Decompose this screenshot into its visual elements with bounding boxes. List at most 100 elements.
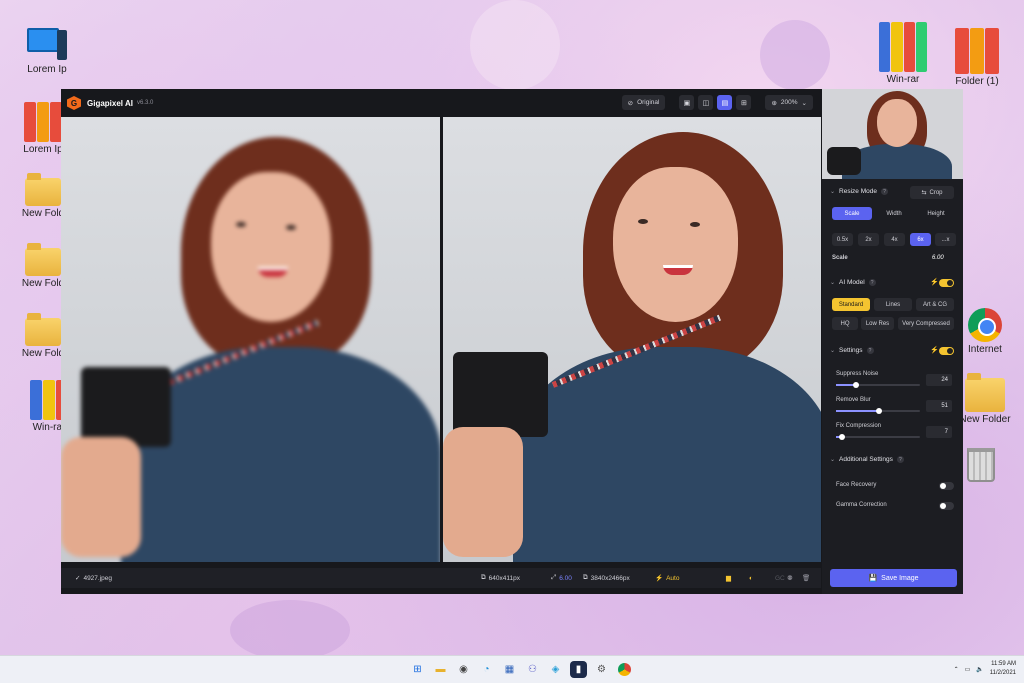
zoom-dropdown[interactable]: ⊕ 200% ⌄ <box>765 95 813 110</box>
scale-2x-button[interactable]: 2x <box>858 233 879 246</box>
gamma-correction-toggle[interactable] <box>939 502 954 510</box>
scale-0-5x-button[interactable]: 0.5x <box>832 233 853 246</box>
settings-header[interactable]: ⌄ Settings ? <box>830 347 874 354</box>
remove-blur-slider[interactable] <box>836 408 920 414</box>
output-size-value: 3840x2466px <box>590 574 630 582</box>
desktop-icon-folder-1[interactable]: Folder (1) <box>942 28 1012 87</box>
resize-mode-header[interactable]: ⌄ Resize Mode ? <box>830 188 888 195</box>
eye-slash-icon: ⊘ <box>627 99 634 107</box>
chevron-up-icon[interactable]: ⌃ <box>954 666 959 673</box>
crop-label: Crop <box>929 189 943 196</box>
delete-button[interactable]: 🗑 <box>802 574 810 582</box>
help-icon[interactable]: ? <box>880 188 888 195</box>
edge-icon[interactable]: ◔ <box>478 661 495 678</box>
volume-icon[interactable]: 🔈 <box>976 666 983 673</box>
desktop-icon-winrar[interactable]: Win-rar <box>868 22 938 85</box>
crop-icon: ⇆ <box>921 190 927 196</box>
folder-icon <box>25 313 61 346</box>
teams-icon[interactable]: ⚇ <box>524 661 541 678</box>
bolt-icon: ⚡ <box>930 279 939 286</box>
help-icon[interactable]: ? <box>868 279 876 286</box>
settings-panel: ⌄ Resize Mode ? ⇆ Crop Scale Width Heigh… <box>822 89 963 594</box>
file-explorer-icon[interactable]: ▬ <box>432 661 449 678</box>
scale-4x-button[interactable]: 4x <box>884 233 905 246</box>
ai-model-toggle[interactable] <box>939 279 954 287</box>
mode-scale-button[interactable]: Scale <box>832 207 872 220</box>
auto-model-indicator[interactable]: ⚡ Auto <box>655 574 680 583</box>
clock[interactable]: 11:59 AM 11/2/2021 <box>990 660 1016 678</box>
remove-blur-value[interactable]: 51 <box>926 400 952 412</box>
chrome-taskbar-icon[interactable] <box>616 661 633 678</box>
network-icon[interactable]: ▭ <box>965 666 971 673</box>
maps-icon[interactable]: ◈ <box>547 661 564 678</box>
desktop-icon-label: Folder (1) <box>955 76 999 87</box>
help-icon[interactable]: ? <box>866 347 874 354</box>
person-icon: ⚉ <box>787 575 793 582</box>
suppress-noise-value[interactable]: 24 <box>926 374 952 386</box>
model-art-cg-button[interactable]: Art & CG <box>916 298 954 311</box>
scale-custom-button[interactable]: ...x <box>935 233 956 246</box>
mode-width-button[interactable]: Width <box>874 207 914 220</box>
gamma-correction-label: Gamma Correction <box>836 502 887 508</box>
person-button[interactable]: ⚉ <box>787 574 793 582</box>
mode-height-button[interactable]: Height <box>916 207 956 220</box>
auto-icon: ⚡ <box>655 575 664 582</box>
scale-6x-button[interactable]: 6x <box>910 233 931 246</box>
bolt-icon: ⚡ <box>930 347 939 354</box>
model-hq-button[interactable]: HQ <box>832 317 858 330</box>
original-toggle-button[interactable]: ⊘ Original <box>621 95 666 110</box>
file-item[interactable]: ✓ 4927.jpeg <box>75 574 112 583</box>
enhanced-preview[interactable] <box>443 117 821 562</box>
input-size-value: 640x411px <box>488 574 520 582</box>
start-icon[interactable]: ⊞ <box>409 661 426 678</box>
camera-icon[interactable]: ◉ <box>455 661 472 678</box>
grid-view-button[interactable]: ⊞ <box>736 95 752 110</box>
help-icon[interactable]: ? <box>896 456 904 463</box>
chevron-down-icon: ⌄ <box>830 189 836 195</box>
face-recovery-toggle[interactable] <box>939 482 954 490</box>
suppress-noise-slider[interactable] <box>836 382 920 388</box>
additional-settings-header[interactable]: ⌄ Additional Settings ? <box>830 456 904 463</box>
taskbar: ⊞ ▬ ◉ ◔ ▦ ⚇ ◈ ▮ ⚙ ⌃ ▭ 🔈 11:59 AM 11/2/20… <box>0 655 1024 683</box>
view-toolbar: ⊘ Original ▣ ◫ ▤ ⊞ ⊕ 200% ⌄ <box>621 95 813 110</box>
split-view-button[interactable]: ◫ <box>698 95 714 110</box>
desktop-icon-label: New Fold <box>21 348 65 359</box>
navigator-thumbnail[interactable] <box>822 89 963 179</box>
chrome-icon <box>968 308 1002 342</box>
settings-gear-icon[interactable]: ⚙ <box>593 661 610 678</box>
scale-indicator-value: 6.00 <box>559 574 572 582</box>
chevron-down-icon: ⌄ <box>801 99 807 107</box>
enhanced-photo <box>443 117 821 562</box>
ai-model-header[interactable]: ⌄ AI Model ? <box>830 279 876 286</box>
auto-label: Auto <box>666 574 680 582</box>
scale-indicator: ⤢ 6.00 <box>551 574 572 582</box>
folder-icon <box>965 373 1005 412</box>
scale-label: Scale <box>832 255 848 261</box>
original-preview[interactable] <box>61 117 440 562</box>
desktop-icon-pc[interactable]: Lorem Ip <box>12 28 82 75</box>
zoom-value: 200% <box>780 99 798 106</box>
compare-button[interactable]: ◐ <box>749 575 753 582</box>
desktop-icon-label: Lorem Ip <box>23 144 63 155</box>
single-view-icon: ▣ <box>683 99 691 107</box>
side-by-side-view-button[interactable]: ▤ <box>717 95 733 110</box>
preview-button[interactable]: ▆ <box>726 574 731 582</box>
model-very-compressed-button[interactable]: Very Compressed <box>898 317 954 330</box>
winrar-icon <box>879 22 927 72</box>
settings-toggle[interactable] <box>939 347 954 355</box>
model-lines-button[interactable]: Lines <box>874 298 912 311</box>
model-low-res-button[interactable]: Low Res <box>861 317 894 330</box>
fix-compression-value[interactable]: 7 <box>926 426 952 438</box>
single-view-button[interactable]: ▣ <box>679 95 695 110</box>
crop-button[interactable]: ⇆ Crop <box>910 186 954 199</box>
gigapixel-taskbar-icon[interactable]: ▮ <box>570 661 587 678</box>
model-standard-button[interactable]: Standard <box>832 298 870 311</box>
chevron-down-icon: ⌄ <box>830 348 836 354</box>
desktop-icon-label: New Fold <box>21 278 65 289</box>
suppress-noise-label: Suppress Noise <box>836 371 879 377</box>
resize-mode-title: Resize Mode <box>839 188 877 195</box>
store-icon[interactable]: ▦ <box>501 661 518 678</box>
fix-compression-slider[interactable] <box>836 434 920 440</box>
save-image-button[interactable]: 💾 Save Image <box>830 569 957 587</box>
app-version: v6.3.0 <box>136 100 154 106</box>
